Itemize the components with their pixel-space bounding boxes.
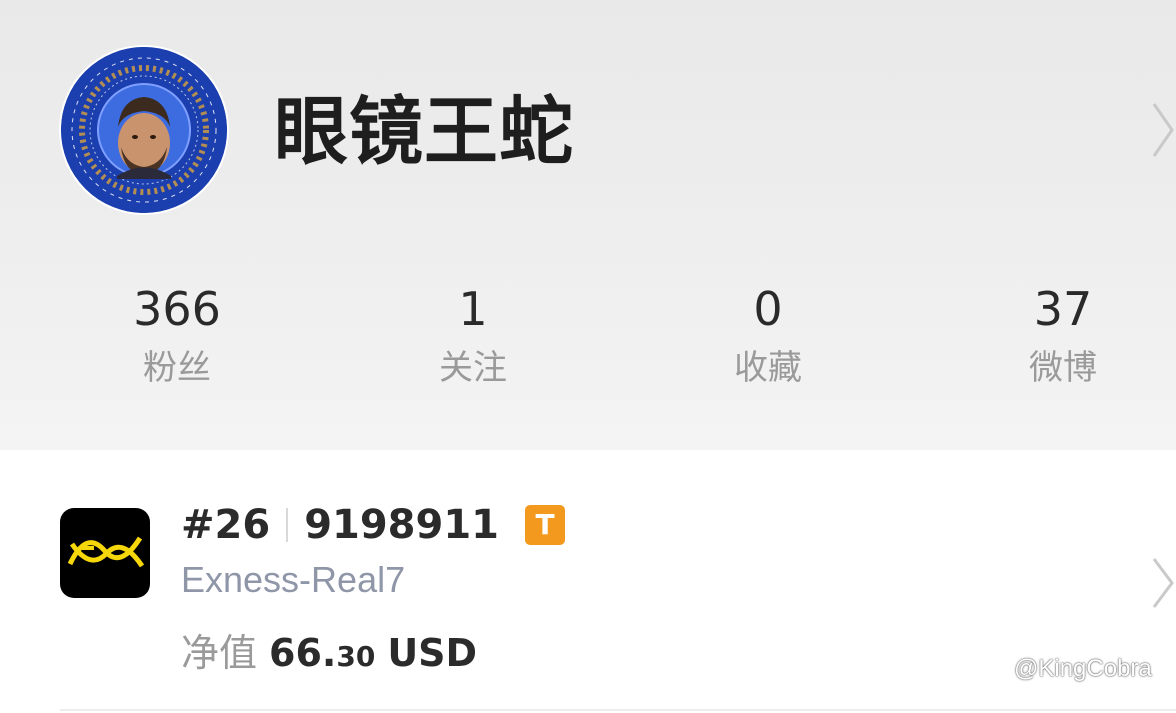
stat-label: 微博 — [1029, 348, 1097, 388]
exness-logo-icon — [60, 508, 150, 598]
stat-label: 关注 — [439, 348, 507, 388]
account-number: 9198911 — [304, 502, 500, 548]
watermark: @KingCobra — [986, 655, 1152, 683]
stat-posts[interactable]: 37 微博 — [963, 280, 1163, 392]
profile-header: 眼镜王蛇 366 粉丝 1 关注 0 收藏 37 微博 — [0, 0, 1176, 450]
account-rank: #26 — [181, 502, 271, 548]
stat-followers[interactable]: 366 粉丝 — [77, 280, 277, 392]
equity-currency: USD — [387, 631, 478, 675]
username: 眼镜王蛇 — [274, 89, 574, 175]
stat-value: 1 — [458, 282, 488, 336]
stat-label: 收藏 — [734, 348, 802, 388]
stat-value: 366 — [133, 282, 221, 336]
stat-value: 0 — [753, 282, 783, 336]
trading-account-card[interactable]: #26 9198911 T Exness-Real7 净值 66. 30 USD… — [0, 450, 1176, 713]
equity-label: 净值 — [181, 631, 258, 675]
stats-row: 366 粉丝 1 关注 0 收藏 37 微博 — [0, 280, 1176, 400]
watermark-text: @KingCobra — [1014, 655, 1152, 682]
account-type-badge: T — [525, 505, 566, 545]
avatar-circle-icon — [61, 47, 227, 213]
profile-chevron-icon[interactable] — [1150, 100, 1176, 164]
equity-line: 净值 66. 30 USD — [181, 622, 477, 676]
avatar[interactable] — [59, 45, 229, 215]
account-chevron-icon[interactable] — [1150, 555, 1176, 615]
server-name: Exness-Real7 — [181, 559, 406, 600]
stat-label: 粉丝 — [143, 348, 211, 388]
account-id-line: #26 9198911 T — [181, 500, 566, 550]
divider — [286, 508, 289, 542]
stat-favorites[interactable]: 0 收藏 — [668, 280, 868, 392]
divider-line — [60, 709, 1176, 711]
weibo-icon — [987, 660, 1007, 678]
equity-decimal: 30 — [336, 640, 376, 673]
stat-following[interactable]: 1 关注 — [373, 280, 573, 392]
equity-integer: 66. — [269, 631, 337, 675]
stat-value: 37 — [1033, 282, 1093, 336]
